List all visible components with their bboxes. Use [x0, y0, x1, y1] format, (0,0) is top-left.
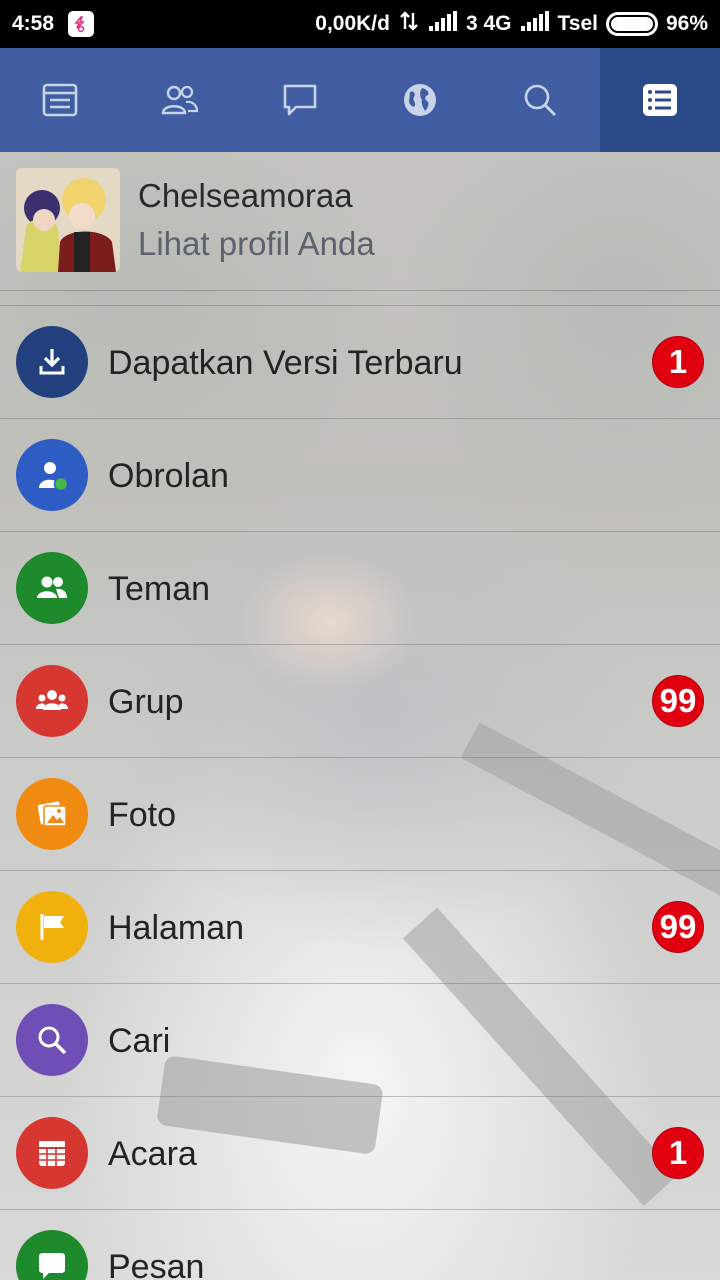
menu-item-search[interactable]: Cari	[0, 984, 720, 1097]
menu-item-groups[interactable]: Grup 99	[0, 645, 720, 758]
news-feed-icon	[42, 83, 78, 117]
network-speed: 0,00K/d	[315, 12, 390, 35]
chat-person-icon	[16, 439, 88, 511]
menu-item-friends[interactable]: Teman	[0, 532, 720, 645]
menu-item-label: Cari	[108, 1022, 171, 1060]
group-icon	[16, 665, 88, 737]
menu-item-label: Grup	[108, 683, 184, 721]
status-time: 4:58	[12, 12, 55, 35]
profile-row[interactable]: Chelseamoraa Lihat profil Anda	[0, 152, 720, 290]
view-profile-link[interactable]: Lihat profil Anda	[138, 218, 375, 270]
signal-icon-1	[428, 10, 458, 38]
notification-badge: 99	[652, 675, 704, 727]
menu-item-label: Acara	[108, 1135, 197, 1173]
photo-icon	[16, 778, 88, 850]
menu-item-label: Teman	[108, 570, 211, 608]
network-type: 3 4G	[465, 12, 512, 35]
menu-item-get-latest-version[interactable]: Dapatkan Versi Terbaru 1	[0, 306, 720, 419]
avatar[interactable]	[16, 168, 120, 272]
menu-item-pages[interactable]: Halaman 99	[0, 871, 720, 984]
message-bubble-icon	[16, 1230, 88, 1280]
notification-badge: 1	[652, 336, 704, 388]
tab-notifications-globe[interactable]	[360, 48, 480, 152]
menu-item-chat[interactable]: Obrolan	[0, 419, 720, 532]
top-nav-bar	[0, 48, 720, 152]
search-icon	[16, 1004, 88, 1076]
battery-percent: 96%	[665, 12, 708, 35]
tab-friend-requests[interactable]	[120, 48, 240, 152]
friend-requests-icon	[161, 85, 199, 115]
menu-item-label: Foto	[108, 796, 177, 834]
signal-icon-2	[520, 10, 550, 38]
menu-item-label: Dapatkan Versi Terbaru	[108, 344, 463, 382]
menu-list-icon	[643, 84, 677, 116]
notification-badge: 99	[652, 901, 704, 953]
messages-icon	[283, 84, 317, 116]
status-bar: 4:58 0,00K/d 3 4G Tsel 96%	[0, 0, 720, 48]
friends-icon	[16, 552, 88, 624]
menu-item-label: Halaman	[108, 909, 245, 947]
menu-list: Dapatkan Versi Terbaru 1 Obrolan Teman G…	[0, 306, 720, 1280]
flag-icon	[16, 891, 88, 963]
globe-icon	[404, 84, 436, 116]
menu-item-events[interactable]: Acara 1	[0, 1097, 720, 1210]
search-icon	[524, 84, 557, 117]
menu-item-messages[interactable]: Pesan	[0, 1210, 720, 1280]
notification-badge: 1	[652, 1127, 704, 1179]
battery-icon	[605, 12, 658, 36]
tab-messages[interactable]	[240, 48, 360, 152]
download-icon	[16, 326, 88, 398]
tab-search[interactable]	[480, 48, 600, 152]
menu-item-label: Pesan	[108, 1248, 205, 1280]
menu-item-photos[interactable]: Foto	[0, 758, 720, 871]
carrier-name: Tsel	[557, 12, 598, 35]
section-divider	[0, 290, 720, 306]
app-notification-icon	[68, 11, 95, 37]
calendar-icon	[16, 1117, 88, 1189]
data-transfer-icon	[398, 10, 420, 38]
tab-news-feed[interactable]	[0, 48, 120, 152]
menu-item-label: Obrolan	[108, 457, 229, 495]
tab-menu[interactable]	[600, 48, 720, 152]
profile-name[interactable]: Chelseamoraa	[138, 174, 375, 218]
